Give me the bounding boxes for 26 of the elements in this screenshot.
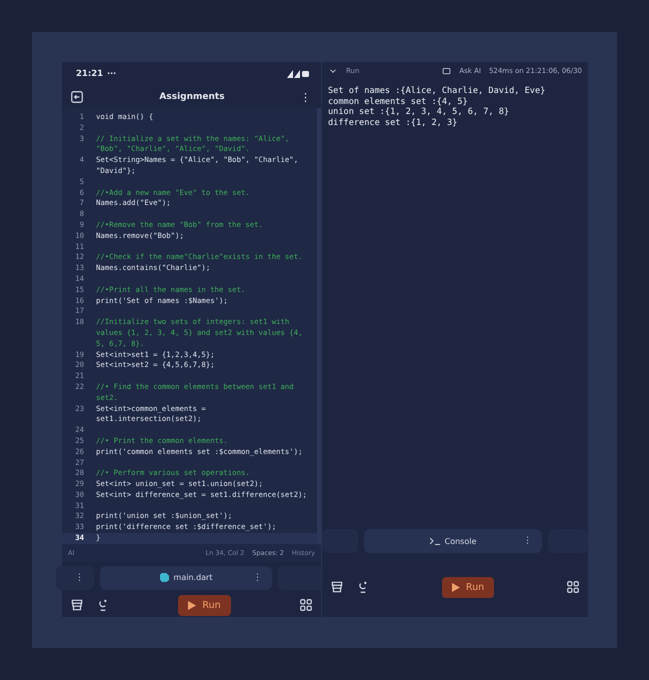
play-icon: [452, 582, 460, 592]
terminal-icon: [430, 538, 440, 544]
stack-icon[interactable]: [330, 580, 344, 594]
more-menu[interactable]: ⋮: [253, 572, 262, 583]
console-tab[interactable]: Console ⋮: [364, 529, 542, 553]
play-icon: [188, 600, 196, 610]
clock-time: 21:21: [76, 69, 104, 79]
tab[interactable]: ⋮: [56, 566, 94, 590]
more-menu[interactable]: ⋮: [523, 536, 532, 546]
console-output-line: common elements set :{4, 5}: [328, 96, 469, 107]
dart-icon: [160, 573, 169, 582]
console-output-line: union set :{1, 2, 3, 4, 5, 6, 7, 8}: [328, 107, 510, 118]
grid-icon[interactable]: [299, 598, 313, 612]
exit-icon[interactable]: [70, 90, 84, 104]
run-button[interactable]: Run: [442, 576, 494, 598]
grid-icon[interactable]: [566, 580, 580, 594]
stack-icon[interactable]: [70, 598, 84, 612]
console-output-line: Set of names :{Alice, Charlie, David, Eve}: [328, 86, 546, 96]
more-menu[interactable]: ⋮: [300, 90, 311, 104]
signal-battery-icon: [287, 70, 309, 78]
run-button[interactable]: Run: [178, 594, 231, 616]
status-dots: ···: [107, 69, 116, 79]
file-tab[interactable]: main.dart ⋮: [100, 566, 272, 590]
console-output-line: difference set :{1, 2, 3}: [328, 118, 458, 128]
more-menu[interactable]: ⋮: [75, 572, 84, 583]
editor-title: Assignments: [159, 92, 225, 102]
